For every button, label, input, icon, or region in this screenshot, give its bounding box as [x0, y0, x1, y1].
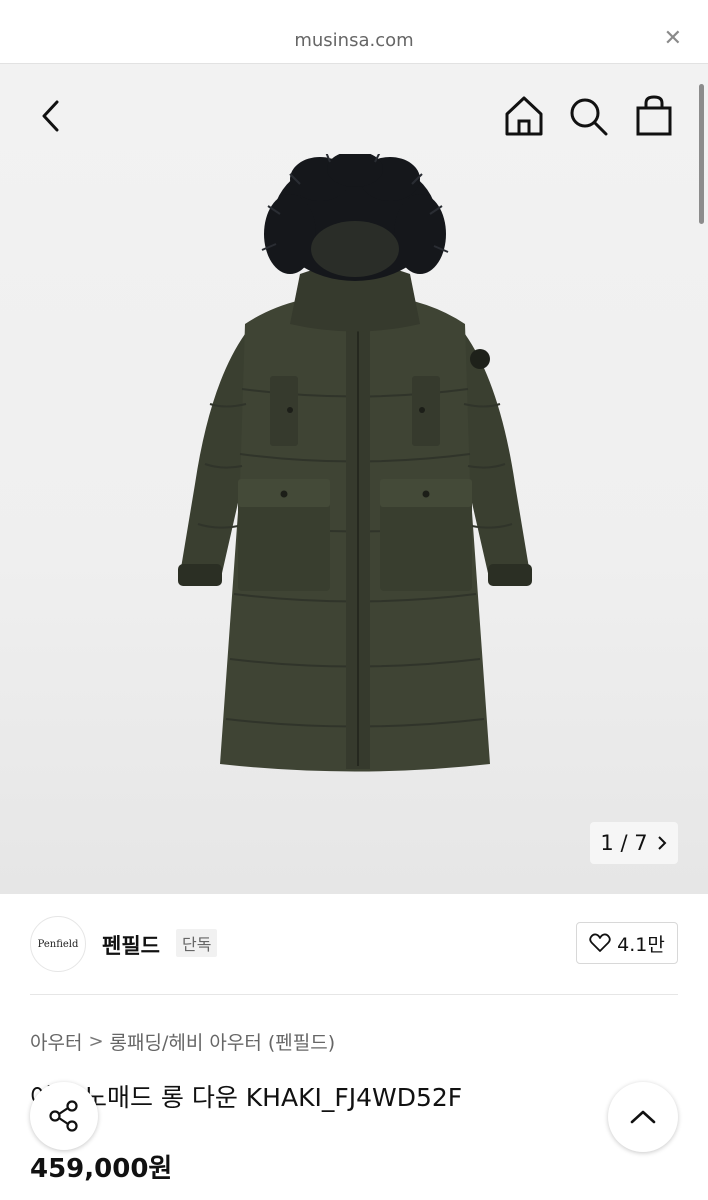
product-price: 459,000원	[30, 1154, 173, 1184]
chevron-right-icon	[657, 836, 666, 850]
search-icon[interactable]	[566, 94, 610, 138]
product-coat-image	[178, 154, 532, 772]
like-count: 4.1만	[617, 933, 665, 956]
brand-name[interactable]: 펜필드	[102, 930, 160, 960]
brand-logo-text: Penfield	[37, 938, 79, 950]
browser-url-bar: musinsa.com ✕	[0, 0, 708, 64]
pager-text: 1 / 7	[600, 831, 648, 855]
image-pager[interactable]: 1 / 7	[590, 822, 678, 864]
exclusive-badge: 단독	[176, 929, 218, 957]
url-text[interactable]: musinsa.com	[0, 30, 708, 51]
back-chevron-icon[interactable]	[30, 94, 74, 138]
shopping-bag-icon[interactable]	[632, 94, 676, 138]
divider	[30, 994, 678, 995]
breadcrumb-level1[interactable]: 아우터	[30, 1028, 82, 1055]
scroll-to-top-button[interactable]	[608, 1082, 678, 1152]
like-button[interactable]: 4.1만	[576, 922, 678, 964]
share-button[interactable]	[30, 1082, 98, 1150]
share-icon	[49, 1100, 78, 1132]
breadcrumb-level2[interactable]: 롱패딩/헤비 아우터 (펜필드)	[110, 1028, 336, 1055]
close-icon[interactable]: ✕	[664, 28, 682, 50]
home-icon[interactable]	[502, 94, 546, 138]
heart-icon	[589, 933, 611, 952]
brand-row: Penfield 펜필드 단독 4.1만	[30, 916, 678, 976]
chevron-up-icon	[630, 1110, 656, 1124]
product-image-carousel[interactable]: 1 / 7	[0, 64, 708, 894]
brand-logo[interactable]: Penfield	[30, 916, 86, 972]
breadcrumb-separator: >	[88, 1031, 104, 1052]
top-navigation	[0, 94, 708, 144]
breadcrumb: 아우터 > 롱패딩/헤비 아우터 (펜필드)	[30, 1028, 335, 1055]
